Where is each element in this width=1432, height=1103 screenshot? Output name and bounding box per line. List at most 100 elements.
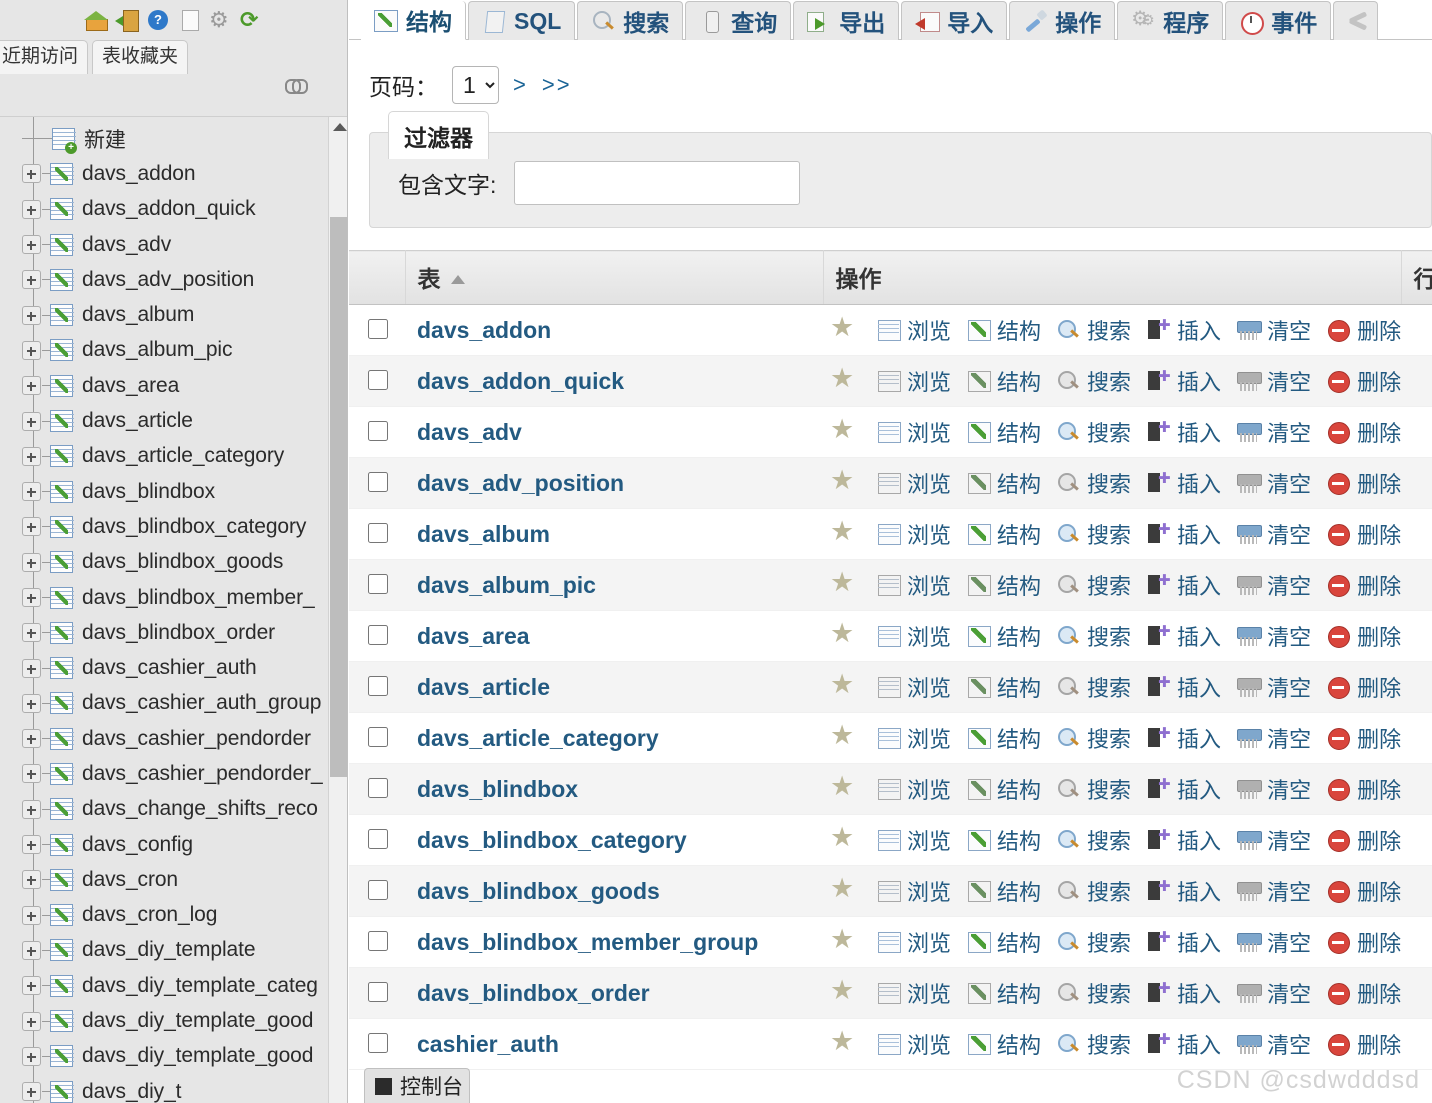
- action-structure[interactable]: 结构: [967, 416, 1041, 448]
- row-checkbox[interactable]: [367, 319, 388, 339]
- action-search[interactable]: 搜索: [1057, 467, 1131, 499]
- table-name-link[interactable]: davs_article: [405, 674, 550, 700]
- action-structure[interactable]: 结构: [967, 773, 1041, 805]
- tree-item-table[interactable]: davs_album_pic: [0, 333, 326, 368]
- action-drop[interactable]: 删除: [1327, 773, 1401, 805]
- refresh-icon[interactable]: [238, 7, 264, 33]
- expand-icon[interactable]: [22, 835, 41, 855]
- tree-item-table[interactable]: davs_config: [0, 827, 326, 862]
- scrollbar-thumb[interactable]: [330, 217, 347, 777]
- tree-item-table[interactable]: davs_cashier_auth_group: [0, 686, 326, 721]
- action-drop[interactable]: 删除: [1327, 569, 1401, 601]
- expand-icon[interactable]: [22, 870, 41, 890]
- filter-input[interactable]: [514, 161, 801, 205]
- expand-icon[interactable]: [22, 411, 41, 431]
- action-structure[interactable]: 结构: [967, 314, 1041, 346]
- expand-icon[interactable]: [22, 799, 41, 819]
- action-favorite[interactable]: [830, 822, 861, 853]
- action-favorite[interactable]: [830, 873, 861, 904]
- tree-item-table[interactable]: davs_cashier_pendorder_: [0, 756, 326, 791]
- exit-icon[interactable]: [114, 7, 140, 33]
- settings-gear-icon[interactable]: [207, 7, 233, 33]
- action-insert[interactable]: 插入: [1147, 875, 1221, 907]
- expand-icon[interactable]: [22, 305, 41, 325]
- action-search[interactable]: 搜索: [1057, 926, 1131, 958]
- tab-search[interactable]: 搜索: [577, 1, 684, 40]
- row-checkbox[interactable]: [367, 829, 388, 849]
- tree-item-table[interactable]: davs_adv: [0, 227, 326, 262]
- expand-icon[interactable]: [22, 1011, 41, 1031]
- row-checkbox[interactable]: [367, 931, 388, 951]
- next-page-link[interactable]: >: [513, 72, 528, 98]
- action-favorite[interactable]: [830, 516, 861, 547]
- action-browse[interactable]: 浏览: [877, 824, 951, 856]
- tree-item-table[interactable]: davs_blindbox_member_: [0, 580, 326, 615]
- expand-icon[interactable]: [22, 940, 41, 960]
- action-favorite[interactable]: [830, 924, 861, 955]
- expand-icon[interactable]: [22, 340, 41, 360]
- table-name-link[interactable]: davs_album: [405, 521, 550, 547]
- action-insert[interactable]: 插入: [1147, 314, 1221, 346]
- tab-operations[interactable]: 操作: [1009, 1, 1116, 40]
- home-icon[interactable]: [83, 7, 109, 33]
- tree-item-table[interactable]: davs_diy_template_categ: [0, 968, 326, 1003]
- action-browse[interactable]: 浏览: [877, 365, 951, 397]
- action-favorite[interactable]: [830, 363, 861, 394]
- action-structure[interactable]: 结构: [967, 467, 1041, 499]
- action-insert[interactable]: 插入: [1147, 518, 1221, 550]
- tree-item-table[interactable]: davs_diy_template_good: [0, 1039, 326, 1074]
- action-empty[interactable]: 清空: [1237, 773, 1311, 805]
- action-search[interactable]: 搜索: [1057, 365, 1131, 397]
- action-structure[interactable]: 结构: [967, 875, 1041, 907]
- action-favorite[interactable]: [830, 567, 861, 598]
- expand-icon[interactable]: [22, 976, 41, 996]
- expand-icon[interactable]: [22, 517, 41, 537]
- row-checkbox[interactable]: [367, 778, 388, 798]
- action-structure[interactable]: 结构: [967, 569, 1041, 601]
- action-favorite[interactable]: [830, 414, 861, 445]
- expand-icon[interactable]: [22, 235, 41, 255]
- action-structure[interactable]: 结构: [967, 518, 1041, 550]
- action-empty[interactable]: 清空: [1237, 977, 1311, 1009]
- action-browse[interactable]: 浏览: [877, 926, 951, 958]
- action-favorite[interactable]: [830, 1026, 861, 1057]
- tab-routines[interactable]: 程序: [1117, 1, 1224, 40]
- action-structure[interactable]: 结构: [967, 620, 1041, 652]
- page-select[interactable]: 1: [452, 66, 499, 104]
- tree-item-table[interactable]: davs_blindbox: [0, 474, 326, 509]
- action-drop[interactable]: 删除: [1327, 518, 1401, 550]
- tab-triggers[interactable]: [1333, 1, 1379, 40]
- tree-item-table[interactable]: davs_blindbox_category: [0, 509, 326, 544]
- expand-icon[interactable]: [22, 164, 41, 184]
- action-empty[interactable]: 清空: [1237, 365, 1311, 397]
- expand-icon[interactable]: [22, 446, 41, 466]
- table-name-link[interactable]: davs_addon: [405, 317, 551, 343]
- action-insert[interactable]: 插入: [1147, 620, 1221, 652]
- action-favorite[interactable]: [830, 312, 861, 343]
- row-checkbox[interactable]: [367, 982, 388, 1002]
- expand-icon[interactable]: [22, 1046, 41, 1066]
- console-bar[interactable]: 控制台: [364, 1068, 470, 1103]
- row-checkbox[interactable]: [367, 1033, 388, 1053]
- action-browse[interactable]: 浏览: [877, 773, 951, 805]
- table-name-link[interactable]: davs_addon_quick: [405, 368, 624, 394]
- sidebar-tab-recent[interactable]: 近期访问: [0, 40, 89, 74]
- action-empty[interactable]: 清空: [1237, 620, 1311, 652]
- row-checkbox[interactable]: [367, 421, 388, 441]
- action-browse[interactable]: 浏览: [877, 722, 951, 754]
- action-empty[interactable]: 清空: [1237, 926, 1311, 958]
- tree-item-table[interactable]: davs_adv_position: [0, 262, 326, 297]
- expand-icon[interactable]: [22, 1082, 41, 1102]
- tab-sql[interactable]: SQL: [468, 1, 576, 40]
- expand-icon[interactable]: [22, 693, 41, 713]
- expand-icon[interactable]: [22, 905, 41, 925]
- action-insert[interactable]: 插入: [1147, 773, 1221, 805]
- tree-item-table[interactable]: davs_article: [0, 403, 326, 438]
- tree-item-table[interactable]: davs_addon_quick: [0, 192, 326, 227]
- sidebar-scrollbar[interactable]: [328, 117, 347, 1103]
- tree-item-table[interactable]: davs_cashier_pendorder: [0, 721, 326, 756]
- action-search[interactable]: 搜索: [1057, 569, 1131, 601]
- tab-query[interactable]: 查询: [685, 1, 792, 40]
- table-name-link[interactable]: davs_adv_position: [405, 470, 624, 496]
- sidebar-tab-favorites[interactable]: 表收藏夹: [92, 40, 189, 74]
